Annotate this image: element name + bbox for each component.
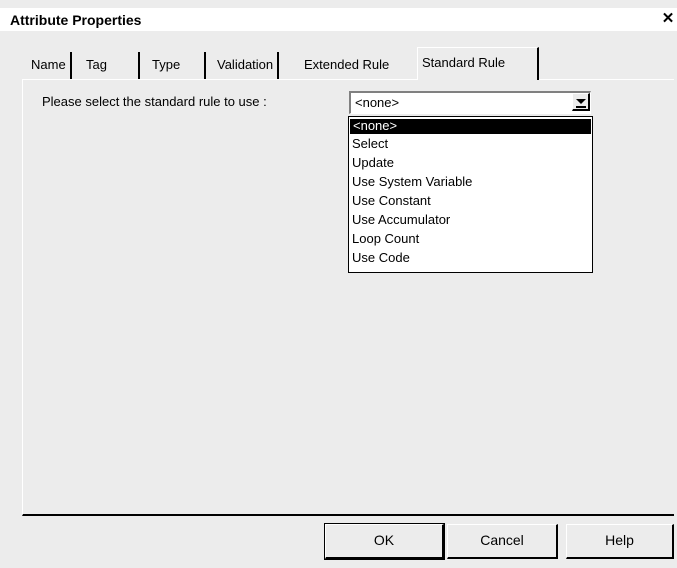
dropdown-option-select[interactable]: Select [349,134,592,153]
dropdown-option-use-code[interactable]: Use Code [349,248,592,267]
attribute-properties-dialog: Attribute Properties ✕ Name Tag Type Val… [0,0,677,568]
tab-type[interactable]: Type [148,52,206,79]
chevron-down-icon[interactable] [572,93,590,111]
tab-name[interactable]: Name [27,52,72,79]
window-title: Attribute Properties [10,12,142,28]
standard-rule-select[interactable]: <none> [349,91,591,114]
close-icon[interactable]: ✕ [661,11,675,27]
standard-rule-dropdown-list: <none> Select Update Use System Variable… [348,116,593,273]
tab-extended-rule[interactable]: Extended Rule [300,52,393,79]
tab-tag[interactable]: Tag [82,52,140,79]
dropdown-option-loop-count[interactable]: Loop Count [349,229,592,248]
tab-validation[interactable]: Validation [213,52,280,79]
dropdown-option-use-constant[interactable]: Use Constant [349,191,592,210]
standard-rule-prompt: Please select the standard rule to use : [42,94,267,109]
ok-button[interactable]: OK [324,523,445,560]
help-button[interactable]: Help [566,524,674,559]
dropdown-option-none[interactable]: <none> [350,119,591,134]
dropdown-option-use-accumulator[interactable]: Use Accumulator [349,210,592,229]
cancel-button[interactable]: Cancel [447,524,558,559]
dropdown-option-update[interactable]: Update [349,153,592,172]
dropdown-option-use-system-variable[interactable]: Use System Variable [349,172,592,191]
title-bar: Attribute Properties ✕ [0,8,677,31]
tab-standard-rule[interactable]: Standard Rule [417,47,539,80]
standard-rule-selected-value: <none> [355,95,400,110]
